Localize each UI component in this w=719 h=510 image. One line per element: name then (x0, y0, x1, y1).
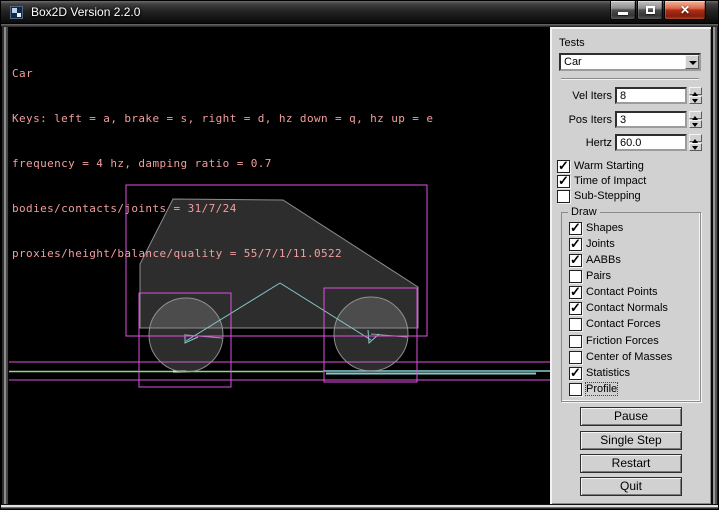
checkbox-label: AABBs (586, 254, 621, 266)
tests-dropdown-value: Car (564, 56, 582, 68)
vel-iters-label: Vel Iters (550, 90, 612, 102)
checkbox-box: ✓ (557, 160, 570, 173)
minimize-icon (618, 12, 628, 15)
checkbox-label: Sub-Stepping (574, 190, 641, 202)
hud-line-proxies: proxies/height/balance/quality = 55/7/1/… (12, 246, 433, 261)
close-button[interactable]: ✕ (664, 1, 706, 20)
caption-buttons: ✕ (609, 1, 706, 20)
spin-up-icon[interactable] (689, 134, 702, 142)
checkbox-box: ✓ (569, 383, 582, 396)
checkbox-box: ✓ (569, 351, 582, 364)
spin-down-icon[interactable] (689, 96, 702, 104)
window-title: Box2D Version 2.2.0 (31, 5, 140, 19)
window-border-left (1, 27, 9, 510)
checkbox-box: ✓ (569, 367, 582, 380)
window-border-right (711, 27, 719, 510)
checkbox-label: Contact Points (586, 286, 658, 298)
checkbox-label: Contact Forces (586, 318, 661, 330)
app-icon (10, 6, 23, 19)
pos-iters-row: Pos Iters (550, 111, 711, 128)
separator (561, 78, 699, 80)
hertz-spinner (689, 134, 702, 151)
hertz-label: Hertz (550, 137, 612, 149)
hud-line-frequency: frequency = 4 hz, damping ratio = 0.7 (12, 156, 433, 171)
checkbox-box: ✓ (569, 302, 582, 315)
checkbox-label: Joints (586, 238, 615, 250)
control-panel: Tests Car Vel Iters Pos Iters Hertz (550, 27, 711, 504)
hud-line-keys: Keys: left = a, brake = s, right = d, hz… (12, 111, 433, 126)
pos-iters-input[interactable] (615, 111, 687, 128)
checkbox-label: Shapes (586, 222, 623, 234)
maximize-button[interactable] (637, 1, 663, 20)
pause-button[interactable]: Pause (580, 407, 682, 426)
checkbox-label: Time of Impact (574, 175, 646, 187)
restart-button[interactable]: Restart (580, 454, 682, 473)
chevron-down-icon[interactable] (685, 55, 699, 69)
spin-down-icon[interactable] (689, 120, 702, 128)
spin-up-icon[interactable] (689, 111, 702, 119)
pos-iters-spinner (689, 111, 702, 128)
checkbox-box: ✓ (569, 254, 582, 267)
checkbox-label: Contact Normals (586, 302, 668, 314)
checkbox-label: Friction Forces (586, 335, 659, 347)
checkbox-label: Center of Masses (586, 351, 672, 363)
checkbox-box: ✓ (569, 222, 582, 235)
spin-down-icon[interactable] (689, 143, 702, 151)
tests-dropdown[interactable]: Car (559, 53, 701, 71)
hud-line-bodies: bodies/contacts/joints = 31/7/24 (12, 201, 433, 216)
statistics-text: Car Keys: left = a, brake = s, right = d… (12, 36, 433, 291)
single-step-button[interactable]: Single Step (580, 431, 682, 450)
spin-up-icon[interactable] (689, 87, 702, 95)
draw-group-label: Draw (568, 206, 600, 218)
simulation-canvas[interactable]: Car Keys: left = a, brake = s, right = d… (9, 27, 550, 504)
checkbox-box: ✓ (569, 238, 582, 251)
vel-iters-input[interactable] (615, 87, 687, 104)
checkbox-label: Profile (586, 383, 617, 395)
hud-line-test-name: Car (12, 66, 433, 81)
pos-iters-label: Pos Iters (550, 114, 612, 126)
checkbox-box: ✓ (569, 318, 582, 331)
vel-iters-spinner (689, 87, 702, 104)
close-icon: ✕ (680, 2, 690, 19)
vel-iters-row: Vel Iters (550, 87, 711, 104)
minimize-button[interactable] (610, 1, 636, 20)
checkbox-box: ✓ (557, 175, 570, 188)
checkbox-box: ✓ (569, 286, 582, 299)
tests-label: Tests (559, 37, 585, 49)
checkbox-label: Warm Starting (574, 160, 644, 172)
checkbox-label: Statistics (586, 367, 630, 379)
hertz-row: Hertz (550, 134, 711, 151)
maximize-icon (646, 6, 655, 14)
checkbox-box: ✓ (569, 335, 582, 348)
checkbox-box: ✓ (569, 270, 582, 283)
window-border-bottom (1, 504, 719, 510)
box2d-window: Box2D Version 2.2.0 ✕ (0, 0, 719, 510)
quit-button[interactable]: Quit (580, 477, 682, 496)
hertz-input[interactable] (615, 134, 687, 151)
checkbox-label: Pairs (586, 270, 611, 282)
checkbox-box: ✓ (557, 190, 570, 203)
